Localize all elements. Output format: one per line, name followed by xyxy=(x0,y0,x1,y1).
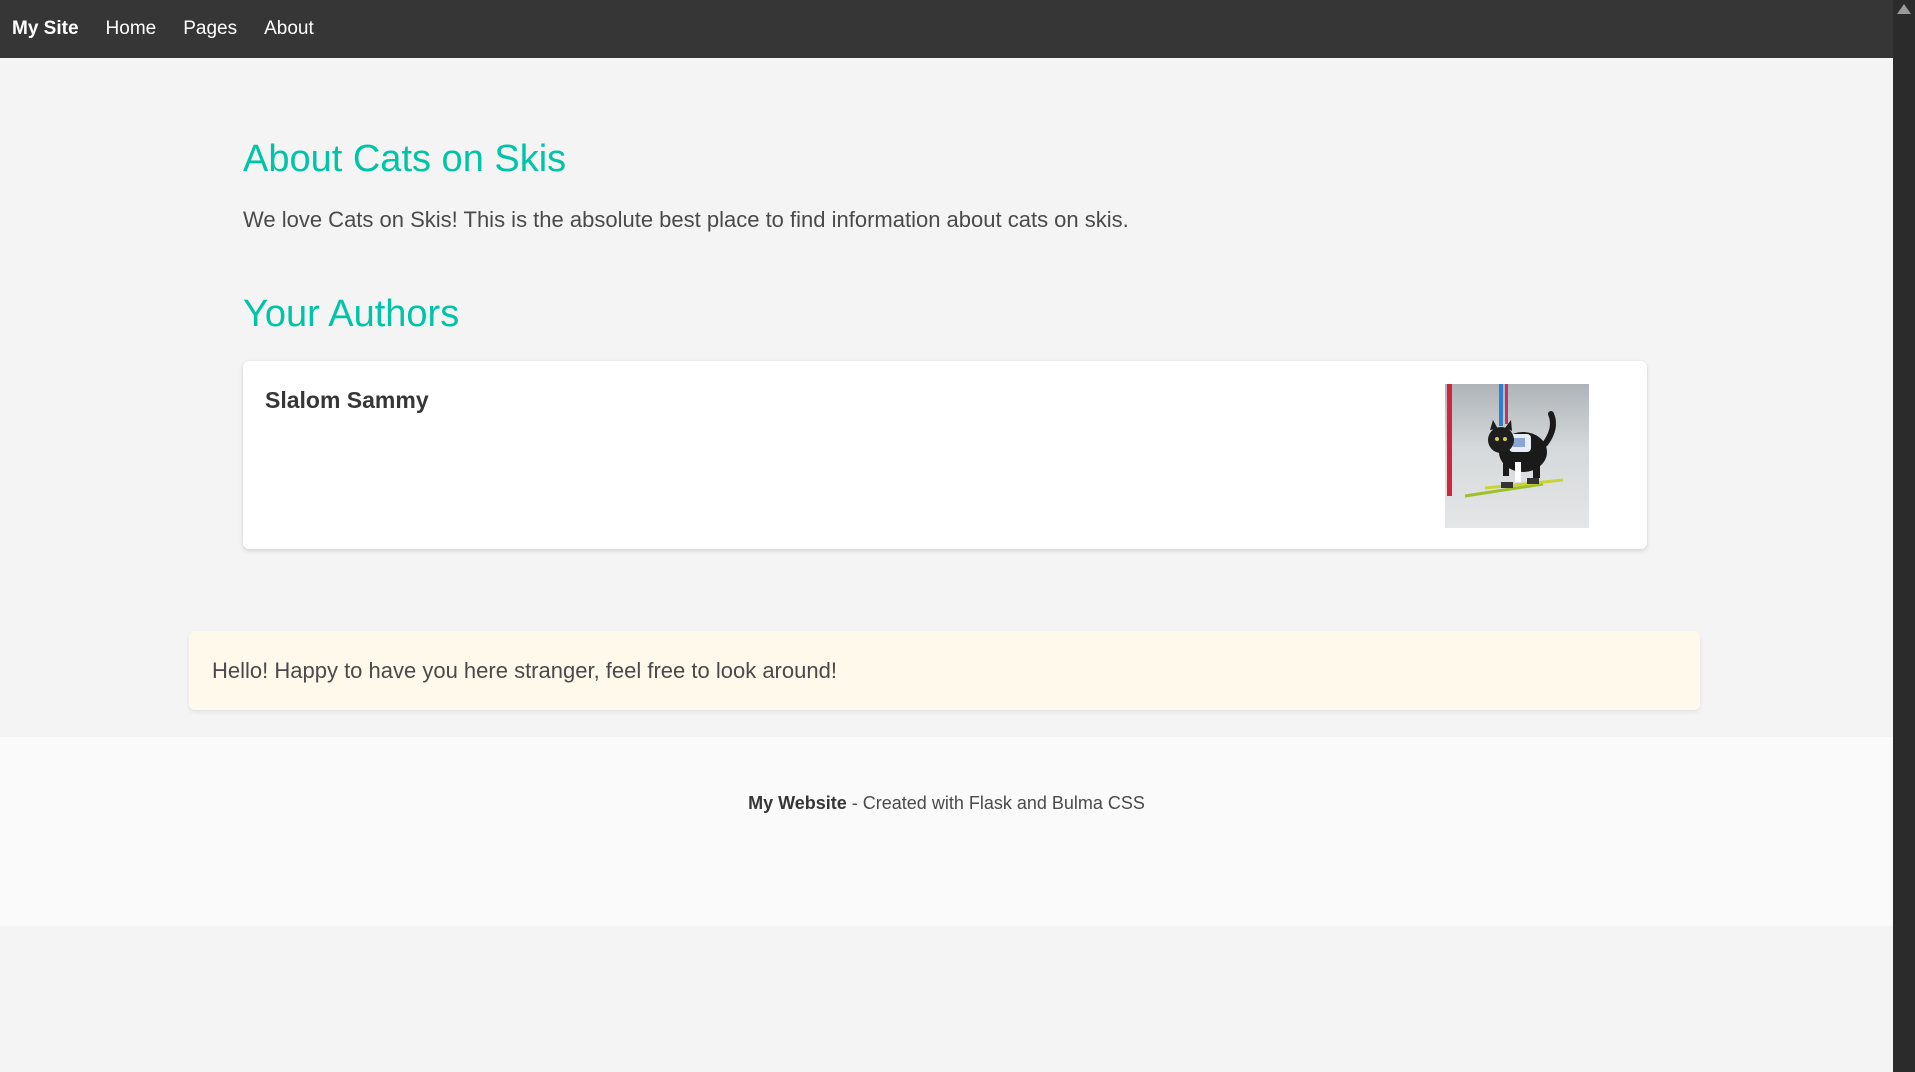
about-title: About Cats on Skis xyxy=(243,138,567,180)
author-card: Slalom Sammy xyxy=(243,361,1647,549)
cat-on-skis-photo xyxy=(1445,384,1589,528)
about-text: We love Cats on Skis! This is the absolu… xyxy=(243,207,1129,232)
nav-item-pages[interactable]: Pages xyxy=(183,18,237,40)
top-navbar: My Site Home Pages About xyxy=(0,0,1893,58)
author-name: Slalom Sammy xyxy=(265,387,429,413)
nav-item-about[interactable]: About xyxy=(264,18,314,40)
nav-item-home[interactable]: Home xyxy=(106,18,157,40)
footer: My Website - Created with Flask and Bulm… xyxy=(0,737,1893,926)
authors-title: Your Authors xyxy=(243,293,460,335)
vertical-scrollbar[interactable] xyxy=(1893,0,1915,1072)
site-brand-link[interactable]: My Site xyxy=(12,18,79,40)
footer-site-name: My Website xyxy=(748,793,847,813)
page: My Site Home Pages About About Cats on S… xyxy=(0,0,1893,1072)
author-photo xyxy=(1445,384,1589,528)
footer-text: My Website - Created with Flask and Bulm… xyxy=(0,793,1893,814)
footer-credit: - Created with Flask and Bulma CSS xyxy=(846,793,1145,813)
scroll-up-arrow-icon[interactable] xyxy=(1897,4,1911,14)
welcome-notification: Hello! Happy to have you here stranger, … xyxy=(189,631,1700,710)
